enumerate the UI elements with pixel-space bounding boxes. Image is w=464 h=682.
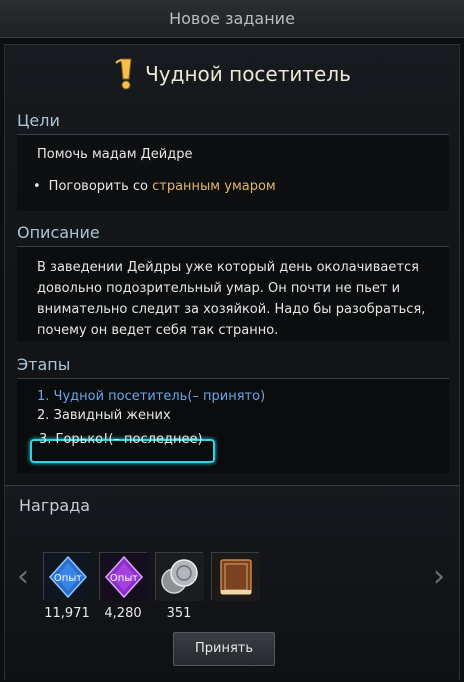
- goal-main: Помочь мадам Дейдре: [37, 147, 193, 162]
- reward-slot-exp-purple[interactable]: Опыт: [99, 552, 148, 601]
- stages-heading: Этапы: [17, 351, 449, 379]
- stage-item-2[interactable]: 2. Завидный жених: [37, 408, 171, 423]
- book-icon: [212, 553, 260, 601]
- reward-area: Награда ‹ › Опыт 11,971 Опыт 4,280 351 П…: [5, 485, 459, 681]
- exp-crystal-purple-icon: Опыт: [100, 553, 148, 601]
- reward-count-silver: 351: [166, 606, 192, 621]
- reward-slot-exp-blue[interactable]: Опыт: [43, 552, 92, 601]
- goal-bullet: •: [33, 179, 41, 194]
- goals-box: Помочь мадам Дейдре • Поговорить со стран…: [17, 135, 449, 211]
- stage-item-1[interactable]: 1. Чудной посетитель(– принято): [37, 389, 265, 404]
- reward-count-exp-blue: 11,971: [44, 606, 90, 621]
- reward-count-exp-purple: 4,280: [104, 606, 142, 621]
- reward-prev-arrow[interactable]: ‹: [13, 559, 33, 595]
- goal-sub: • Поговорить со странным умаром: [33, 179, 276, 194]
- accept-button[interactable]: Принять: [173, 632, 275, 666]
- exp-crystal-blue-icon: Опыт: [44, 553, 92, 601]
- goal-sub-text: Поговорить со: [48, 179, 153, 194]
- description-heading: Описание: [17, 219, 449, 247]
- quest-header: Чудной посетитель: [5, 45, 459, 103]
- quest-exclamation-icon: [115, 58, 132, 90]
- quest-title: Чудной посетитель: [145, 62, 351, 86]
- stages-box: 1. Чудной посетитель(– принято) 2. Завид…: [17, 379, 449, 473]
- reward-heading: Награда: [19, 496, 91, 515]
- window-title: Новое задание: [0, 0, 464, 38]
- goal-target-link[interactable]: странным умаром: [152, 179, 276, 194]
- quest-panel: Чудной посетитель Цели Помочь мадам Дейд…: [4, 44, 460, 681]
- reward-slot-book[interactable]: [211, 552, 260, 601]
- silver-coins-icon: [156, 553, 204, 601]
- goals-heading: Цели: [17, 107, 449, 135]
- description-box: В заведении Дейдры уже который день окол…: [17, 247, 449, 341]
- description-text: В заведении Дейдры уже который день окол…: [37, 260, 426, 338]
- exp-badge-purple: Опыт: [110, 573, 138, 584]
- reward-slot-silver[interactable]: [155, 552, 204, 601]
- reward-next-arrow[interactable]: ›: [429, 559, 449, 595]
- stage-item-3[interactable]: 3. Горько!(– последнее): [39, 432, 203, 447]
- exp-badge-blue: Опыт: [54, 573, 82, 584]
